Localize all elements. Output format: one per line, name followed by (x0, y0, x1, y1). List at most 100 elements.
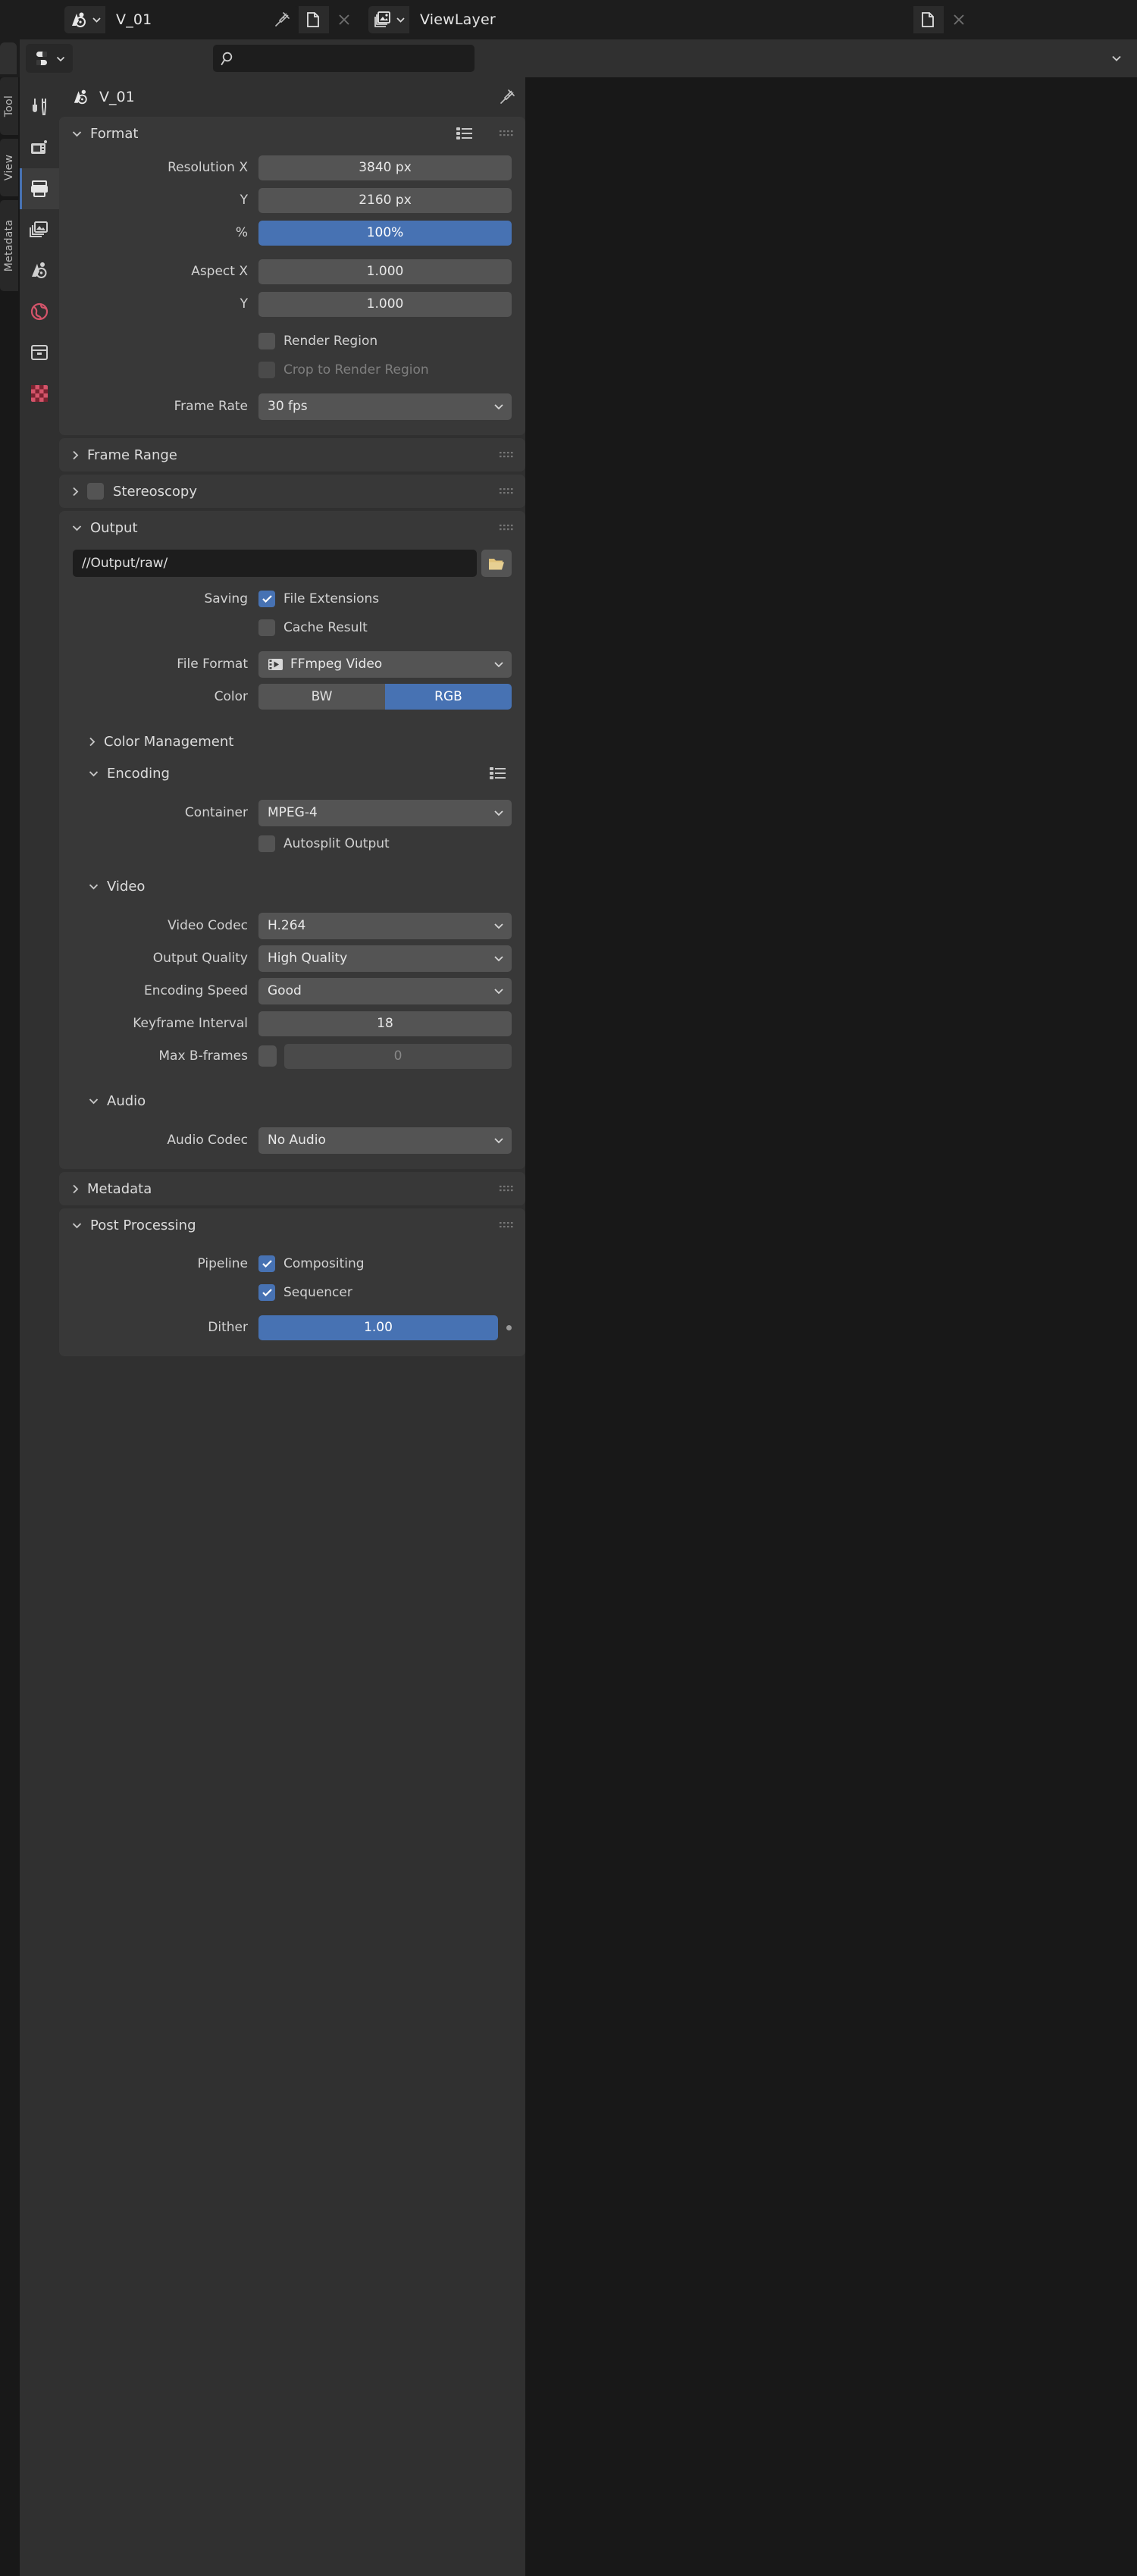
property-tab-view-layer[interactable] (20, 209, 59, 250)
vertical-tab-metadata[interactable]: Metadata (0, 200, 18, 291)
view-layer-browse-button[interactable] (368, 6, 409, 33)
field-max-bframes[interactable]: 0 (284, 1043, 512, 1069)
subsection-audio-header[interactable]: Audio (59, 1085, 525, 1117)
remove-view-layer-button[interactable] (944, 6, 974, 33)
panel-drag-handle[interactable] (500, 129, 515, 138)
subsection-color-management-header[interactable]: Color Management (59, 725, 525, 757)
property-tab-render[interactable] (20, 127, 59, 168)
vertical-tab-view[interactable]: View (0, 139, 18, 196)
property-tab-scene[interactable] (20, 250, 59, 291)
toggle-option-rgb[interactable]: RGB (385, 684, 512, 710)
checkbox-sequencer[interactable] (258, 1284, 275, 1301)
property-tab-tool[interactable] (20, 86, 59, 127)
row-aspect-x: Aspect X 1.000 (73, 257, 512, 286)
subsection-video-label: Video (107, 878, 146, 895)
section-stereoscopy: Stereoscopy (59, 475, 525, 508)
section-output-header[interactable]: Output (59, 511, 525, 544)
collection-box-icon (29, 342, 50, 363)
view-layer-name-field[interactable]: ViewLayer (409, 6, 913, 33)
label-resolution-x: Resolution X (168, 160, 248, 175)
section-post-processing-label: Post Processing (90, 1217, 196, 1233)
checkbox-cache-result[interactable] (258, 619, 275, 636)
chevron-down-icon (493, 809, 504, 816)
property-tab-texture[interactable] (20, 373, 59, 414)
field-resolution-x[interactable]: 3840 px (258, 155, 512, 180)
section-post-processing-header[interactable]: Post Processing (59, 1208, 525, 1242)
panel-drag-handle[interactable] (500, 450, 515, 459)
panel-drag-handle[interactable] (500, 523, 515, 532)
field-aspect-y[interactable]: 1.000 (258, 291, 512, 317)
section-frame-range-label: Frame Range (87, 447, 177, 463)
panel-drag-handle[interactable] (500, 1221, 515, 1230)
section-frame-range-header[interactable]: Frame Range (59, 438, 525, 472)
unlink-scene-button[interactable] (329, 6, 359, 33)
dropdown-file-format[interactable]: FFmpeg Video (258, 650, 512, 678)
scene-browse-button[interactable] (64, 6, 105, 33)
checkbox-render-region[interactable] (258, 333, 275, 349)
section-format: Format Resolution X 3840 px Y 2160 px % … (59, 117, 525, 435)
property-tab-output[interactable] (20, 168, 59, 209)
animate-property-dot-icon[interactable] (506, 1324, 512, 1330)
label-render-region: Render Region (283, 334, 378, 349)
value-audio-codec: No Audio (268, 1133, 326, 1148)
panel-drag-handle[interactable] (500, 487, 515, 496)
checkbox-stereoscopy[interactable] (87, 483, 104, 500)
dropdown-output-quality[interactable]: High Quality (258, 945, 512, 972)
dropdown-video-codec[interactable]: H.264 (258, 912, 512, 939)
value-video-codec: H.264 (268, 918, 306, 933)
checkbox-autosplit-output[interactable] (258, 835, 275, 852)
label-container: Container (184, 805, 248, 820)
panel-drag-handle[interactable] (500, 1184, 515, 1193)
search-box[interactable] (213, 45, 475, 72)
images-stack-icon (29, 219, 50, 240)
label-aspect-x: Aspect X (191, 264, 248, 279)
properties-editor-header (0, 39, 1137, 77)
label-encoding-speed: Encoding Speed (143, 983, 248, 998)
dropdown-container[interactable]: MPEG-4 (258, 799, 512, 826)
pin-icon[interactable] (498, 88, 516, 106)
preset-list-icon[interactable] (456, 126, 474, 141)
new-view-layer-button[interactable] (913, 6, 944, 33)
label-aspect-y: Y (240, 296, 248, 312)
section-post-processing-body: Pipeline Compositing Sequencer Dither 1.… (59, 1242, 525, 1356)
checkbox-file-extensions[interactable] (258, 591, 275, 607)
section-format-body: Resolution X 3840 px Y 2160 px % 100% As… (59, 150, 525, 435)
section-stereoscopy-header[interactable]: Stereoscopy (59, 475, 525, 508)
pin-icon[interactable] (273, 11, 291, 29)
row-color: Color BW RGB (73, 682, 512, 711)
new-scene-copy-button[interactable] (299, 6, 329, 33)
property-tab-world[interactable] (20, 291, 59, 332)
scene-name-field[interactable]: V_01 (105, 6, 299, 33)
topbar: V_01 ViewLayer (0, 0, 1137, 39)
field-dither[interactable]: 1.00 (258, 1315, 498, 1340)
field-resolution-y[interactable]: 2160 px (258, 187, 512, 213)
field-aspect-x[interactable]: 1.000 (258, 259, 512, 284)
section-format-header[interactable]: Format (59, 117, 525, 150)
field-keyframe-interval[interactable]: 18 (258, 1011, 512, 1036)
subsection-video-header[interactable]: Video (59, 870, 525, 902)
subsection-encoding-body: Container MPEG-4 Autosplit Output (59, 789, 525, 870)
subsection-encoding-header[interactable]: Encoding (59, 757, 525, 789)
checkbox-max-bframes[interactable] (258, 1045, 277, 1067)
checkbox-compositing[interactable] (258, 1255, 275, 1272)
editor-type-selector[interactable] (26, 44, 73, 73)
toggle-option-bw[interactable]: BW (258, 684, 385, 710)
vertical-tab-tool[interactable]: Tool (0, 77, 18, 135)
checkbox-crop-to-render-region[interactable] (258, 362, 275, 378)
header-overflow-button[interactable] (1104, 45, 1129, 72)
search-input[interactable] (236, 51, 449, 66)
view-layer-name-value: ViewLayer (420, 11, 496, 28)
label-frame-rate: Frame Rate (174, 399, 248, 414)
section-metadata: Metadata (59, 1172, 525, 1205)
browse-folder-button[interactable] (481, 550, 512, 577)
label-sequencer: Sequencer (283, 1285, 352, 1300)
field-resolution-percent[interactable]: 100% (258, 220, 512, 246)
dropdown-encoding-speed[interactable]: Good (258, 977, 512, 1004)
dropdown-audio-codec[interactable]: No Audio (258, 1127, 512, 1154)
field-output-path[interactable]: //Output/raw/ (73, 550, 477, 577)
property-tab-collection[interactable] (20, 332, 59, 373)
row-aspect-y: Y 1.000 (73, 290, 512, 318)
section-metadata-header[interactable]: Metadata (59, 1172, 525, 1205)
preset-list-icon[interactable] (489, 766, 507, 781)
dropdown-frame-rate[interactable]: 30 fps (258, 393, 512, 420)
